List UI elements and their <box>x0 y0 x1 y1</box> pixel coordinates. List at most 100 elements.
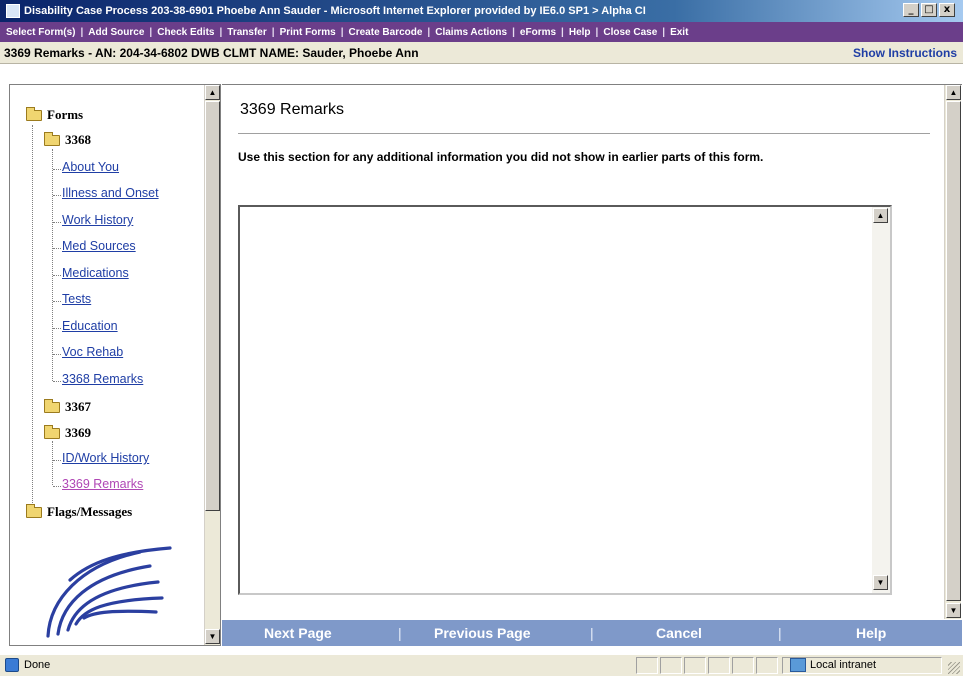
menu-select-forms[interactable]: Select Form(s) <box>2 27 79 38</box>
tree-link[interactable]: ID/Work History <box>62 451 149 465</box>
tree-label-3367: 3367 <box>65 399 91 414</box>
scroll-thumb[interactable] <box>205 101 220 511</box>
menu-print-forms[interactable]: Print Forms <box>276 27 340 38</box>
tree-node-3368[interactable]: 3368 <box>44 131 91 148</box>
form-header-text: 3369 Remarks - AN: 204-34-6802 DWB CLMT … <box>4 45 419 60</box>
scroll-up-arrow-icon[interactable]: ▲ <box>205 85 220 100</box>
folder-icon <box>26 503 42 518</box>
tree-item-voc-rehab[interactable]: Voc Rehab <box>62 345 123 359</box>
resize-grip-icon[interactable] <box>948 662 960 674</box>
ie-icon <box>6 4 20 18</box>
window-controls: _ □ x <box>903 3 955 17</box>
menu-transfer[interactable]: Transfer <box>223 27 270 38</box>
tree-connector <box>53 195 61 196</box>
scroll-thumb[interactable] <box>946 101 961 601</box>
nav-separator: | <box>590 625 594 641</box>
scroll-down-arrow-icon[interactable]: ▼ <box>873 575 888 590</box>
status-cell <box>708 657 730 674</box>
tree-link[interactable]: 3368 Remarks <box>62 372 143 386</box>
folder-open-icon <box>44 131 60 146</box>
nav-separator: | <box>778 625 782 641</box>
tree-link-current[interactable]: 3369 Remarks <box>62 477 143 491</box>
form-content-pane: 3369 Remarks Use this section for any ad… <box>222 84 962 620</box>
tree-item-medications[interactable]: Medications <box>62 266 129 280</box>
tree-item-illness-onset[interactable]: Illness and Onset <box>62 186 159 200</box>
tree-link[interactable]: Tests <box>62 292 91 306</box>
menu-add-source[interactable]: Add Source <box>84 27 148 38</box>
tree-connector <box>53 381 61 382</box>
local-intranet-icon <box>790 658 806 672</box>
status-text: Done <box>24 659 51 671</box>
tree-item-work-history[interactable]: Work History <box>62 213 133 227</box>
menu-bar: Select Form(s) | Add Source | Check Edit… <box>0 22 963 42</box>
tree-node-3367[interactable]: 3367 <box>44 398 91 415</box>
show-instructions-link[interactable]: Show Instructions <box>853 46 957 60</box>
window-title-bar: Disability Case Process 203-38-6901 Phoe… <box>0 0 963 22</box>
tree-label-3369: 3369 <box>65 425 91 440</box>
status-cell <box>636 657 658 674</box>
tree-node-flags-messages[interactable]: Flags/Messages <box>26 503 132 520</box>
tree-scrollbar[interactable]: ▲ ▼ <box>204 85 220 645</box>
page-scrollbar[interactable]: ▲ ▼ <box>944 85 961 619</box>
tree-link[interactable]: Work History <box>62 213 133 227</box>
scroll-down-arrow-icon[interactable]: ▼ <box>205 629 220 644</box>
tree-connector <box>53 354 61 355</box>
scroll-up-arrow-icon[interactable]: ▲ <box>873 208 888 223</box>
tree-item-education[interactable]: Education <box>62 319 118 333</box>
close-button[interactable]: x <box>939 3 955 17</box>
tree-link[interactable]: About You <box>62 160 119 174</box>
scroll-up-arrow-icon[interactable]: ▲ <box>946 85 961 100</box>
tree-connector <box>32 125 33 515</box>
form-tree: Forms 3368 About You Illness and Onset W… <box>10 85 204 645</box>
scroll-down-arrow-icon[interactable]: ▼ <box>946 603 961 618</box>
menu-check-edits[interactable]: Check Edits <box>153 27 218 38</box>
remarks-scrollbar[interactable]: ▲ ▼ <box>872 207 890 593</box>
tree-connector <box>53 460 61 461</box>
status-bar: Done Local intranet <box>0 654 963 676</box>
status-cell <box>732 657 754 674</box>
tree-label-3368: 3368 <box>65 132 91 147</box>
previous-page-button[interactable]: Previous Page <box>434 625 531 641</box>
remarks-textarea[interactable] <box>240 207 872 593</box>
tree-connector <box>53 248 61 249</box>
menu-help[interactable]: Help <box>565 27 595 38</box>
tree-link[interactable]: Education <box>62 319 118 333</box>
menu-claims-actions[interactable]: Claims Actions <box>431 27 511 38</box>
tree-item-id-work-history[interactable]: ID/Work History <box>62 451 149 465</box>
next-page-button[interactable]: Next Page <box>264 625 332 641</box>
minimize-button[interactable]: _ <box>903 3 919 17</box>
tree-link[interactable]: Voc Rehab <box>62 345 123 359</box>
cancel-button[interactable]: Cancel <box>656 625 702 641</box>
menu-create-barcode[interactable]: Create Barcode <box>345 27 427 38</box>
tree-connector <box>53 486 61 487</box>
window-title: Disability Case Process 203-38-6901 Phoe… <box>24 5 646 17</box>
tree-connector <box>52 441 53 485</box>
tree-item-3369-remarks[interactable]: 3369 Remarks <box>62 477 143 491</box>
tree-item-3368-remarks[interactable]: 3368 Remarks <box>62 372 143 386</box>
tree-connector <box>53 169 61 170</box>
maximize-button[interactable]: □ <box>921 3 937 17</box>
tree-node-forms[interactable]: Forms <box>26 106 83 123</box>
folder-icon <box>44 398 60 413</box>
status-cell <box>684 657 706 674</box>
tree-connector <box>52 149 53 381</box>
folder-open-icon <box>44 424 60 439</box>
page-title: 3369 Remarks <box>240 101 345 118</box>
tree-link[interactable]: Medications <box>62 266 129 280</box>
tree-connector <box>53 328 61 329</box>
nav-separator: | <box>398 625 402 641</box>
tree-item-tests[interactable]: Tests <box>62 292 91 306</box>
page-done-icon <box>5 658 19 672</box>
menu-eforms[interactable]: eForms <box>516 27 560 38</box>
tree-link[interactable]: Med Sources <box>62 239 136 253</box>
help-button[interactable]: Help <box>856 625 886 641</box>
instruction-text: Use this section for any additional info… <box>238 150 764 164</box>
security-zone-text: Local intranet <box>810 659 877 671</box>
tree-item-about-you[interactable]: About You <box>62 160 119 174</box>
menu-close-case[interactable]: Close Case <box>599 27 661 38</box>
menu-exit[interactable]: Exit <box>666 27 692 38</box>
tree-link[interactable]: Illness and Onset <box>62 186 159 200</box>
tree-node-3369[interactable]: 3369 <box>44 424 91 441</box>
tree-item-med-sources[interactable]: Med Sources <box>62 239 136 253</box>
agency-wing-logo <box>46 546 172 638</box>
